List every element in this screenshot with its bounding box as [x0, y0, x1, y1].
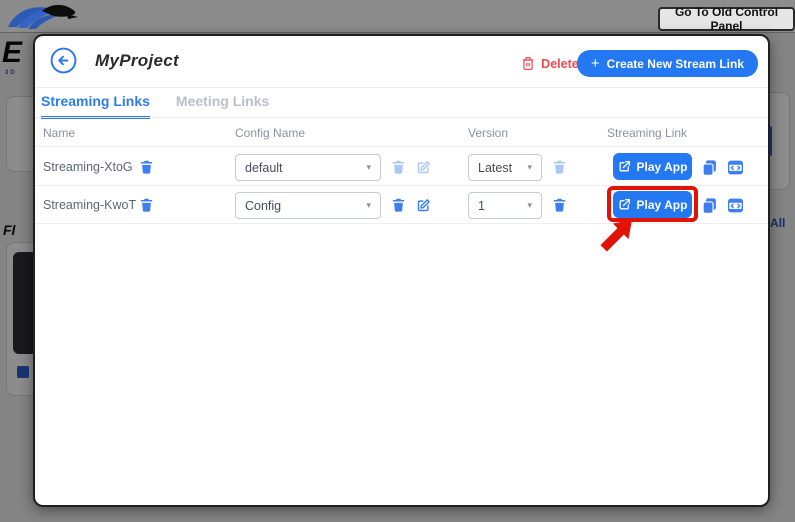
- play-app-label: Play App: [636, 159, 688, 174]
- trash-icon: [553, 198, 565, 212]
- tab-streaming-links[interactable]: Streaming Links: [41, 93, 150, 119]
- edit-icon: [417, 160, 430, 173]
- version-value: 1: [478, 198, 485, 213]
- column-header-name: Name: [43, 126, 76, 140]
- eagle-wave-logo-icon: [8, 4, 78, 29]
- config-name-select[interactable]: Config ▾: [235, 192, 381, 219]
- trash-icon: [392, 160, 404, 174]
- table-row: Streaming-KwoT Config ▾ 1 ▾ Play App: [35, 186, 768, 224]
- screen: E 3D Fl All Go To Old Control Panel MyPr…: [0, 0, 795, 522]
- project-modal: MyProject Delete App + Create New Stream…: [33, 34, 770, 507]
- trash-icon: [553, 160, 565, 174]
- copy-icon: [702, 159, 716, 176]
- edit-config-button[interactable]: [414, 158, 432, 176]
- chevron-down-icon: ▾: [527, 162, 532, 172]
- version-value: Latest: [478, 160, 513, 175]
- config-name-select[interactable]: default ▾: [235, 154, 381, 181]
- column-header-version: Version: [468, 126, 509, 140]
- embed-code-button[interactable]: [726, 196, 744, 214]
- delete-stream-button[interactable]: [137, 158, 155, 176]
- plus-icon: +: [590, 55, 600, 72]
- delete-config-button[interactable]: [389, 158, 407, 176]
- stream-name: Streaming-XtoG: [43, 160, 133, 174]
- table-header: Name Config Name Version Streaming Link: [35, 118, 768, 147]
- edit-config-button[interactable]: [414, 196, 432, 214]
- go-to-old-control-panel-button[interactable]: Go To Old Control Panel: [658, 5, 795, 33]
- external-link-icon: [619, 198, 630, 210]
- play-app-button[interactable]: Play App: [613, 153, 692, 180]
- embed-code-button[interactable]: [726, 158, 744, 176]
- tab-meeting-links[interactable]: Meeting Links: [176, 93, 269, 119]
- app-logo: [4, 1, 80, 31]
- delete-config-button[interactable]: [389, 196, 407, 214]
- copy-link-button[interactable]: [700, 196, 718, 214]
- copy-link-button[interactable]: [700, 158, 718, 176]
- trash-icon: [140, 198, 152, 212]
- header-divider: [35, 87, 768, 88]
- stream-name: Streaming-KwoT: [43, 198, 137, 212]
- arrow-left-circle-icon: [50, 47, 77, 74]
- trash-icon: [392, 198, 404, 212]
- trash-icon: [522, 57, 534, 70]
- column-header-streaming-link: Streaming Link: [607, 126, 688, 140]
- config-name-value: Config: [245, 198, 282, 213]
- embed-code-icon: [727, 198, 743, 212]
- embed-code-icon: [727, 160, 743, 174]
- chevron-down-icon: ▾: [366, 200, 371, 210]
- delete-stream-button[interactable]: [137, 196, 155, 214]
- create-new-stream-link-label: Create New Stream Link: [606, 56, 744, 71]
- trash-icon: [140, 160, 152, 174]
- play-app-button[interactable]: Play App: [613, 191, 692, 218]
- back-button[interactable]: [50, 47, 77, 74]
- column-header-config-name: Config Name: [235, 126, 306, 140]
- chevron-down-icon: ▾: [366, 162, 371, 172]
- table-row: Streaming-XtoG default ▾ Latest ▾ Play A…: [35, 148, 768, 186]
- tab-bar: Streaming Links Meeting Links: [41, 93, 269, 119]
- config-name-value: default: [245, 160, 283, 175]
- copy-icon: [702, 197, 716, 214]
- delete-version-button[interactable]: [550, 158, 568, 176]
- delete-version-button[interactable]: [550, 196, 568, 214]
- version-select[interactable]: Latest ▾: [468, 154, 542, 181]
- create-new-stream-link-button[interactable]: + Create New Stream Link: [576, 50, 758, 77]
- chevron-down-icon: ▾: [527, 200, 532, 210]
- version-select[interactable]: 1 ▾: [468, 192, 542, 219]
- edit-icon: [417, 198, 430, 211]
- external-link-icon: [619, 160, 630, 172]
- play-app-label: Play App: [636, 197, 688, 212]
- page-title: MyProject: [95, 51, 179, 70]
